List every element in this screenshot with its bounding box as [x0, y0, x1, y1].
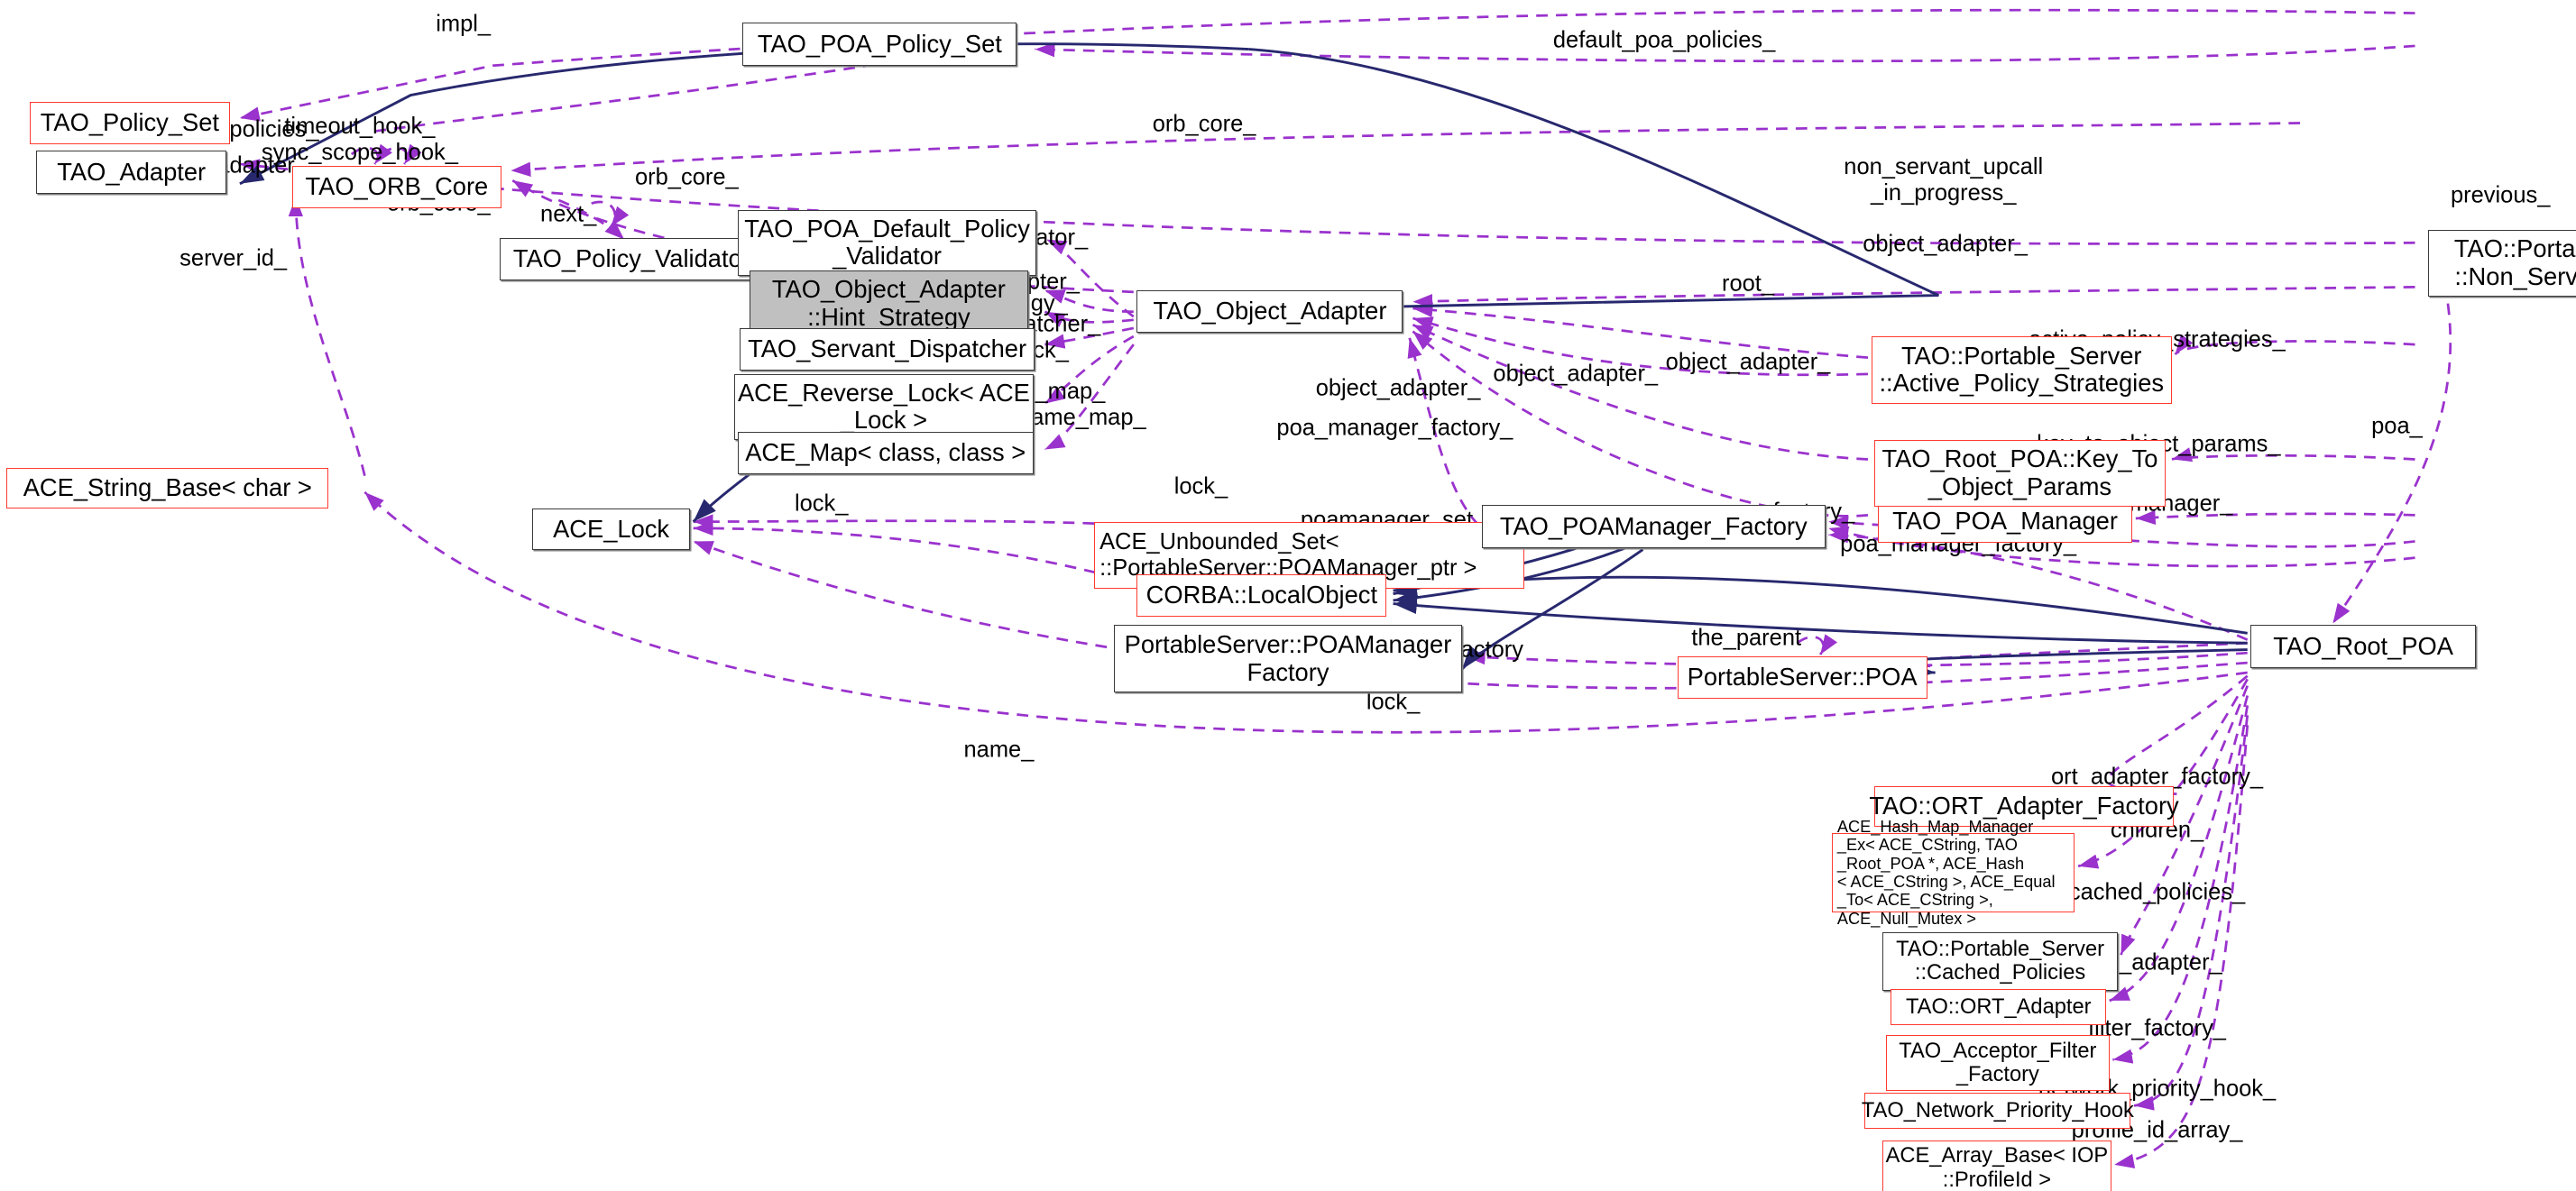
class-node-tao_network_priority_hook[interactable]: TAO_Network_Priority_Hook	[1864, 1093, 2130, 1129]
edge-label-poa: poa_	[2371, 414, 2423, 440]
edge-label-default_poa_policies: default_poa_policies_	[1553, 28, 1775, 54]
edge-label-orb_core_2: orb_core_	[635, 164, 739, 190]
edge-label-orb_core_1: orb_core_	[1153, 112, 1256, 138]
class-node-tao_acceptor_filter_factory[interactable]: TAO_Acceptor_Filter _Factory	[1886, 1035, 2110, 1091]
edge-label-object_adapter_2: object_adapter_	[1666, 350, 1831, 376]
class-node-ace_reverse_lock[interactable]: ACE_Reverse_Lock< ACE _Lock >	[734, 374, 1034, 440]
class-node-tao_ort_adapter[interactable]: TAO::ORT_Adapter	[1891, 989, 2106, 1025]
edge-label-root: root_	[1722, 270, 1774, 297]
class-node-portableserver_poamanager_factory[interactable]: PortableServer::POAManager Factory	[1114, 625, 1462, 692]
class-node-tao_poa_policy_set[interactable]: TAO_POA_Policy_Set	[742, 23, 1017, 65]
class-node-tao_object_adapter[interactable]: TAO_Object_Adapter	[1136, 290, 1403, 333]
class-node-tao_portable_server_non_servant_upcall[interactable]: TAO::Portable_Server ::Non_Servant_Upcal…	[2428, 230, 2576, 298]
class-node-tao_portable_server_cached_policies[interactable]: TAO::Portable_Server ::Cached_Policies	[1882, 932, 2117, 992]
edge-label-object_adapter_3: object_adapter_	[1493, 361, 1658, 387]
edge-label-poa_manager_factory_1: poa_manager_factory_	[1276, 415, 1513, 441]
edge-label-object_adapter_4: object_adapter_	[1316, 376, 1481, 402]
edge-label-name: name_	[963, 737, 1034, 763]
class-node-corba_localobject[interactable]: CORBA::LocalObject	[1136, 574, 1386, 617]
edge-label-previous: previous_	[2451, 182, 2550, 208]
edge-label-non_servant_upcall_in_progress: non_servant_upcall _in_progress_	[1844, 154, 2043, 206]
class-node-tao_object_adapter_hint_strategy[interactable]: TAO_Object_Adapter ::Hint_Strategy	[750, 270, 1029, 336]
edge-label-lock_mid: lock_	[1174, 474, 1228, 500]
class-node-ace_hash_map_manager_ex[interactable]: ACE_Hash_Map_Manager _Ex< ACE_CString, T…	[1832, 833, 2075, 912]
edge-label-the_parent: the_parent	[1691, 625, 1801, 651]
class-node-tao_root_poa_key_to_object_params[interactable]: TAO_Root_POA::Key_To _Object_Params	[1874, 440, 2165, 508]
class-node-tao_root_poa[interactable]: TAO_Root_POA	[2250, 625, 2476, 667]
class-node-tao_policy_set[interactable]: TAO_Policy_Set	[30, 102, 230, 144]
edge-label-lock_left: lock_	[795, 490, 848, 517]
edge-label-impl: impl_	[436, 12, 491, 38]
class-node-tao_adapter[interactable]: TAO_Adapter	[36, 151, 226, 193]
class-node-tao_portable_server_active_policy_strategies[interactable]: TAO::Portable_Server ::Active_Policy_Str…	[1872, 336, 2172, 404]
edge-label-next: next_	[540, 202, 596, 228]
edge-label-server_id: server_id_	[179, 246, 287, 272]
class-node-tao_orb_core[interactable]: TAO_ORB_Core	[292, 166, 501, 208]
class-node-ace_lock[interactable]: ACE_Lock	[532, 508, 690, 549]
edge-label-lock_bottom: lock_	[1366, 689, 1420, 715]
class-node-tao_poa_default_policy_validator[interactable]: TAO_POA_Default_Policy _Validator	[738, 210, 1037, 276]
edge-label-cached_policies: cached_policies_	[2069, 879, 2245, 905]
class-node-ace_array_base_iop_profileid[interactable]: ACE_Array_Base< IOP ::ProfileId >	[1882, 1141, 2111, 1191]
class-node-portableserver_poa[interactable]: PortableServer::POA	[1678, 656, 1927, 699]
class-node-tao_servant_dispatcher[interactable]: TAO_Servant_Dispatcher	[740, 328, 1035, 371]
class-node-ace_map[interactable]: ACE_Map< class, class >	[738, 432, 1034, 474]
class-node-tao_policy_validator[interactable]: TAO_Policy_Validator	[500, 238, 764, 280]
collaboration-diagram-canvas: TAO_Policy_Set TAO_Adapter TAO_ORB_Core TAO…	[0, 0, 2576, 1191]
edge-label-object_adapter_top: object_adapter_	[1863, 232, 2028, 258]
class-node-ace_string_base_char[interactable]: ACE_String_Base< char >	[6, 468, 328, 508]
class-node-tao_poamanager_factory[interactable]: TAO_POAManager_Factory	[1482, 505, 1826, 547]
